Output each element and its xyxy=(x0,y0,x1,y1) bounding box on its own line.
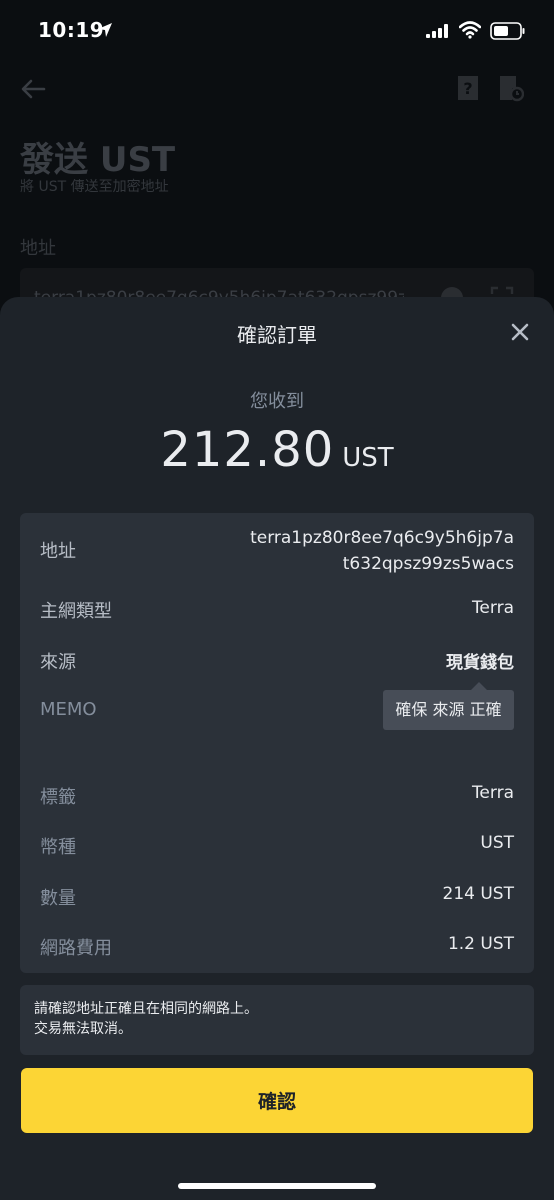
receive-amount: 212.80 UST xyxy=(0,422,554,478)
confirm-order-sheet: 確認訂單 您收到 212.80 UST 地址 terra1pz80r8ee7q6c… xyxy=(0,297,554,1200)
memo-row-label: MEMO xyxy=(40,699,97,720)
page-subtitle: 將 UST 傳送至加密地址 xyxy=(20,179,169,195)
notice-line-1: 請確認地址正確且在相同的網路上。 xyxy=(34,1001,258,1017)
history-record-icon[interactable] xyxy=(498,74,524,102)
quantity-row-label: 數量 xyxy=(40,888,76,909)
source-row-label: 來源 xyxy=(40,652,76,673)
warning-notice: 請確認地址正確且在相同的網路上。 交易無法取消。 xyxy=(20,985,534,1055)
status-time: 10:19 xyxy=(38,18,105,42)
address-row-label: 地址 xyxy=(40,541,76,562)
fee-row-label: 網路費用 xyxy=(40,938,112,959)
address-label: 地址 xyxy=(20,238,56,259)
notice-line-2: 交易無法取消。 xyxy=(34,1021,132,1037)
cellular-signal-icon xyxy=(426,24,448,38)
coin-row-label: 幣種 xyxy=(40,837,76,858)
close-icon[interactable] xyxy=(509,321,531,343)
fee-row-value: 1.2 UST xyxy=(447,934,514,954)
source-tooltip: 確保 來源 正確 xyxy=(383,690,514,730)
order-details-panel: 地址 terra1pz80r8ee7q6c9y5h6jp7at632qpsz99… xyxy=(20,513,534,973)
help-document-icon[interactable]: ? xyxy=(455,74,481,102)
source-row-value: 現貨錢包 xyxy=(446,653,514,673)
tag-row-label: 標籤 xyxy=(40,787,76,808)
confirm-button[interactable]: 確認 xyxy=(21,1068,533,1133)
quantity-row-value: 214 UST xyxy=(442,884,514,904)
battery-icon xyxy=(490,22,525,40)
back-arrow-icon[interactable] xyxy=(20,76,46,102)
amount-value: 212.80 xyxy=(160,422,335,478)
location-arrow-icon xyxy=(98,23,112,37)
status-bar: 10:19 xyxy=(0,0,554,62)
svg-text:?: ? xyxy=(463,79,472,98)
sheet-title: 確認訂單 xyxy=(237,323,317,347)
wifi-icon xyxy=(459,21,481,39)
home-indicator xyxy=(178,1183,376,1189)
network-row-value: Terra xyxy=(471,598,514,618)
page-title: 發送 UST xyxy=(20,140,176,180)
coin-row-value: UST xyxy=(480,833,514,853)
tooltip-arrow xyxy=(471,682,487,690)
receive-label: 您收到 xyxy=(250,391,304,412)
network-row-label: 主網類型 xyxy=(40,601,112,622)
tag-row-value: Terra xyxy=(471,783,514,803)
amount-unit: UST xyxy=(342,443,394,473)
address-row-value: terra1pz80r8ee7q6c9y5h6jp7at632qpsz99zs5… xyxy=(250,528,514,574)
